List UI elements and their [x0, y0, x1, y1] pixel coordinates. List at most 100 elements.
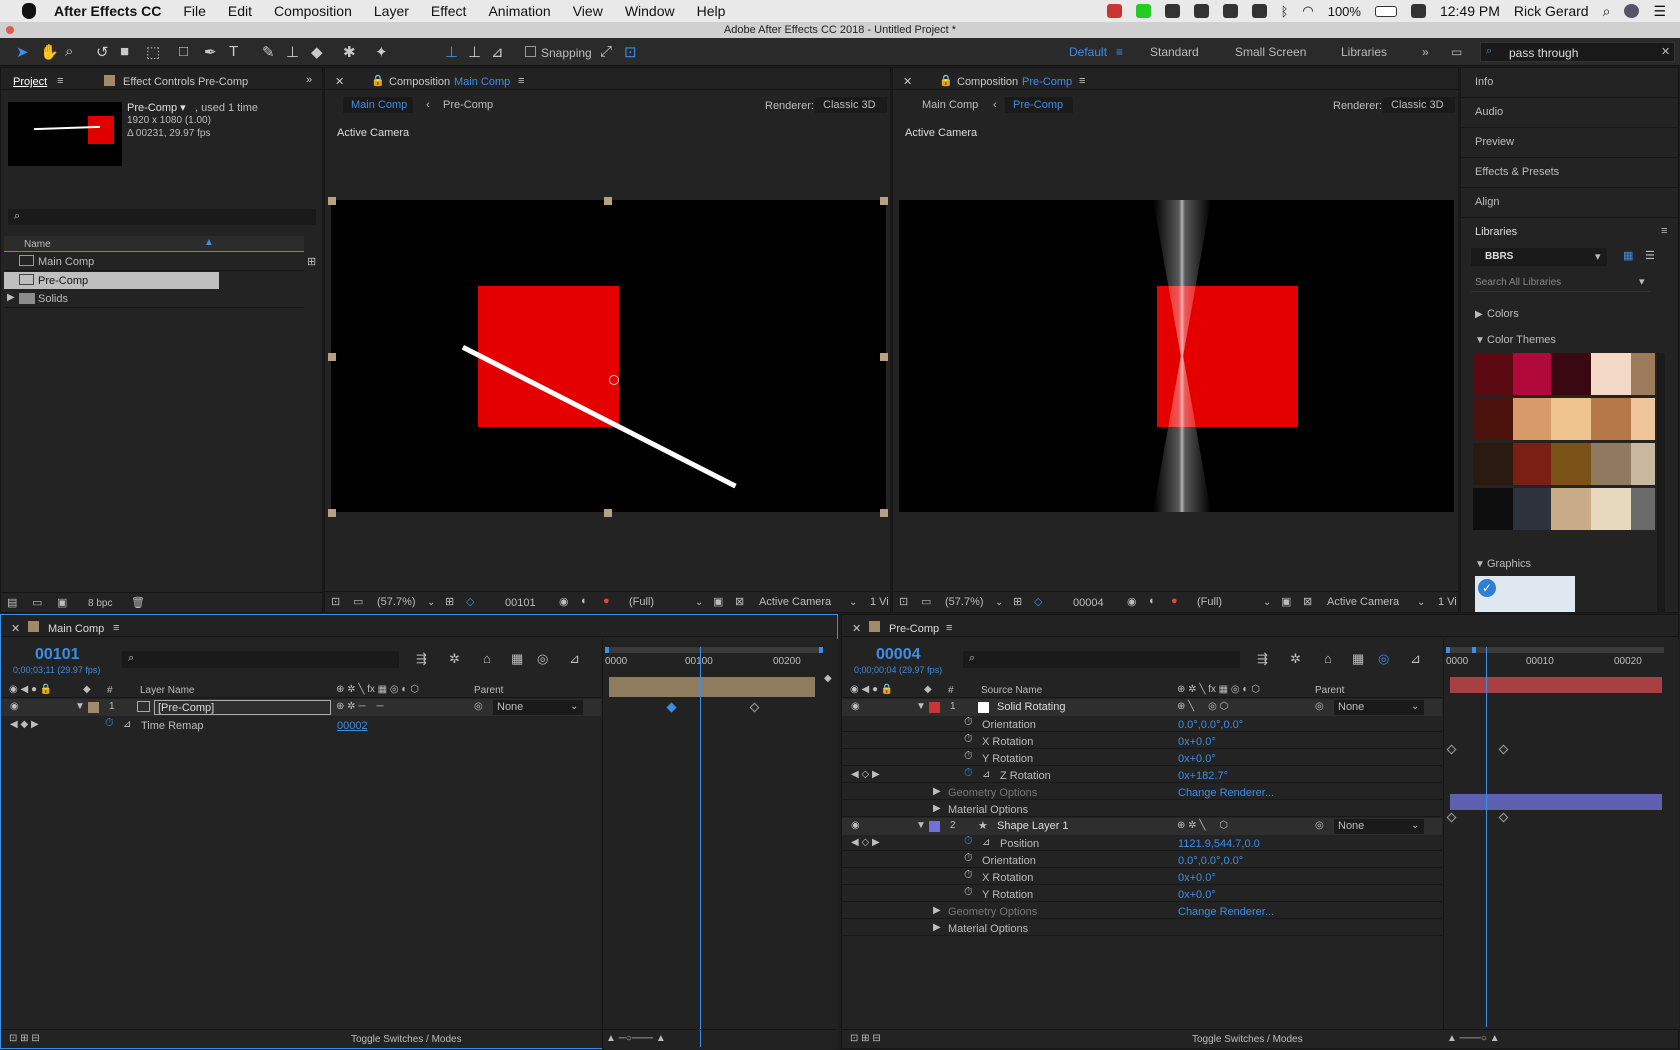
breadcrumb-pre-comp[interactable]: Pre-Comp — [443, 99, 493, 111]
shy-icon[interactable]: ⌂ — [1324, 651, 1332, 666]
library-select[interactable]: BBRS ▾ — [1471, 248, 1607, 266]
user-name[interactable]: Rick Gerard — [1514, 3, 1589, 19]
keyframe[interactable] — [1498, 744, 1509, 755]
menu-layer[interactable]: Layer — [374, 3, 409, 19]
menu-file[interactable]: File — [183, 3, 206, 19]
av-switches-icons[interactable]: ◉ ◀ ● 🔒 — [9, 684, 52, 695]
zoom-tool-icon[interactable]: ⌕ — [65, 43, 73, 60]
wifi-icon[interactable]: ◠ — [1302, 3, 1313, 19]
timeline2-menu-icon[interactable]: ≡ — [946, 622, 952, 634]
keyframe[interactable] — [1446, 744, 1457, 755]
panel-info[interactable]: Info — [1461, 68, 1678, 98]
close-tab-icon[interactable]: ✕ — [335, 75, 344, 88]
spotlight-icon[interactable]: ⌕ — [1603, 3, 1611, 20]
column-source-name[interactable]: Source Name — [981, 685, 1042, 696]
bluetooth-icon[interactable]: ᛒ — [1281, 4, 1289, 19]
new-folder-icon[interactable]: ▭ — [32, 596, 42, 609]
color-swatch[interactable] — [1591, 398, 1631, 440]
graph-editor-icon[interactable]: ⊿ — [569, 651, 580, 667]
column-parent[interactable]: Parent — [1315, 685, 1344, 696]
monitor-icon[interactable]: ▭ — [921, 595, 931, 608]
transform-handle[interactable] — [604, 509, 612, 517]
time-machine-icon[interactable] — [1251, 4, 1267, 18]
work-area-start[interactable] — [605, 647, 609, 653]
colors-section[interactable]: Colors — [1487, 308, 1519, 320]
brush-tool-icon[interactable]: ✎ — [262, 43, 275, 61]
snapshot-icon[interactable]: ◉ — [559, 595, 569, 608]
stopwatch-icon[interactable]: ⏱ — [964, 869, 973, 882]
column-parent[interactable]: Parent — [474, 685, 503, 696]
property-value[interactable]: 1121.9,544.7,0.0 — [1178, 838, 1260, 850]
work-area-bar[interactable] — [605, 647, 823, 653]
color-swatch[interactable] — [1591, 353, 1631, 395]
keyframe[interactable] — [749, 702, 760, 713]
type-tool-icon[interactable]: T — [229, 43, 238, 60]
expand-arrow-icon[interactable]: ▶ — [933, 922, 941, 933]
current-frame[interactable]: 00101 — [505, 597, 536, 609]
viewer2-canvas[interactable] — [899, 200, 1454, 512]
comp-mini-flowchart-icon[interactable]: ⇶ — [416, 651, 427, 667]
local-axis-icon[interactable]: ⊥ — [445, 43, 458, 61]
keyframe-navigator-icon[interactable]: ◀ ◇ ▶ — [851, 769, 880, 780]
transform-handle[interactable] — [880, 197, 888, 205]
lock-icon[interactable]: 🔒 — [371, 74, 385, 87]
libraries-title[interactable]: Libraries — [1475, 226, 1517, 238]
work-area-end[interactable] — [819, 647, 823, 653]
work-area-bar[interactable] — [1446, 647, 1664, 653]
new-composition-icon[interactable]: ▣ — [57, 596, 67, 609]
color-swatch[interactable] — [1631, 443, 1655, 485]
color-swatch[interactable] — [1473, 488, 1513, 530]
current-time-indicator[interactable] — [700, 647, 701, 1047]
workspace-libraries[interactable]: Libraries — [1341, 45, 1387, 59]
notification-icon[interactable]: ☰ — [1653, 3, 1666, 20]
stopwatch-icon[interactable]: ⏱ — [964, 733, 973, 746]
collapse-arrow-icon[interactable]: ▼ — [1475, 559, 1485, 570]
clone-stamp-tool-icon[interactable]: ⊥ — [286, 43, 299, 61]
camera-tool-icon[interactable]: ■ — [120, 43, 129, 60]
interpret-footage-icon[interactable]: ▤ — [7, 596, 17, 609]
chevron-down-icon[interactable]: ⌄ — [1263, 597, 1271, 608]
transparency-grid-icon[interactable]: ⊠ — [1303, 595, 1312, 608]
timeline2-search-input[interactable]: ⌕ — [963, 651, 1240, 668]
visibility-eye-icon[interactable]: ◉ — [851, 701, 860, 712]
snapshot-icon[interactable]: ◉ — [1127, 595, 1137, 608]
property-row[interactable]: ▶ Geometry Options Change Renderer... — [842, 784, 1442, 800]
property-row[interactable]: ⏱ Y Rotation 0x+0.0° — [842, 886, 1442, 902]
expand-arrow-icon[interactable]: ▶ — [1475, 309, 1483, 320]
stopwatch-icon[interactable]: ⏱ — [964, 750, 973, 763]
transform-handle[interactable] — [328, 509, 336, 517]
siri-icon[interactable] — [1624, 4, 1640, 18]
layer-label-color[interactable] — [929, 702, 940, 713]
transform-handle[interactable] — [880, 509, 888, 517]
airplay-icon[interactable] — [1222, 4, 1238, 18]
roto-brush-tool-icon[interactable]: ✱ — [343, 43, 356, 61]
battery-icon[interactable] — [1374, 5, 1397, 17]
toggle-switches-modes[interactable]: Toggle Switches / Modes — [351, 1034, 462, 1045]
timeline1-search-input[interactable]: ⌕ — [122, 651, 399, 668]
toggle-switches-modes[interactable]: Toggle Switches / Modes — [1192, 1034, 1303, 1045]
project-item-pre-comp[interactable]: Pre-Comp — [4, 272, 219, 289]
pick-whip-icon[interactable]: ◎ — [474, 701, 483, 712]
current-time-indicator[interactable] — [1486, 647, 1487, 1027]
rectangle-tool-icon[interactable]: □ — [179, 43, 188, 60]
scrollbar[interactable] — [1657, 353, 1665, 613]
shy-icon[interactable]: ⌂ — [483, 651, 491, 666]
color-swatch[interactable] — [1591, 443, 1631, 485]
graphic-thumbnail[interactable]: ✓ — [1475, 576, 1575, 612]
snapping-checkbox[interactable] — [525, 46, 536, 57]
item-name[interactable]: Pre-Comp ▾ — [127, 101, 186, 114]
visibility-eye-icon[interactable]: ◉ — [851, 820, 860, 831]
panel-overflow-icon[interactable]: » — [306, 74, 312, 86]
draft-3d-icon[interactable]: ✲ — [1290, 651, 1301, 667]
keyframe[interactable] — [1446, 812, 1457, 823]
pin-icon[interactable]: ◆ — [824, 673, 832, 684]
expand-arrow-icon[interactable]: ▶ — [933, 803, 941, 814]
frame-blending-icon[interactable]: ▦ — [511, 651, 523, 667]
transform-handle[interactable] — [328, 197, 336, 205]
timeline1-graph-area[interactable]: 0000 00100 00200 ◆ — [602, 639, 838, 1049]
tab-project[interactable]: Project — [13, 76, 47, 88]
property-row[interactable]: ⏱ X Rotation 0x+0.0° — [842, 869, 1442, 885]
layer-duration-bar[interactable] — [609, 677, 815, 697]
graph-icon[interactable]: ⊿ — [982, 837, 990, 848]
channel-icon[interactable]: ● — [603, 595, 610, 607]
